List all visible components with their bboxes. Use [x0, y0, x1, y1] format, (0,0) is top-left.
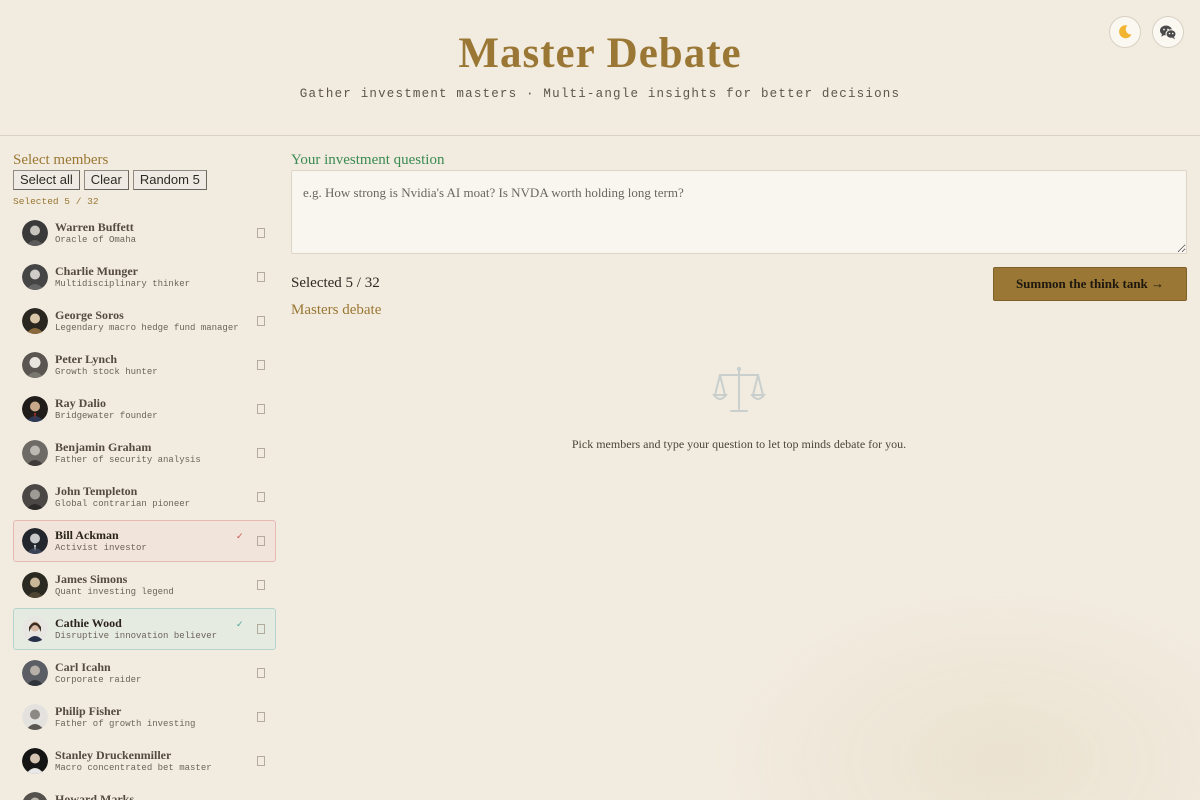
- member-name: John Templeton: [55, 484, 138, 498]
- member-description: Legendary macro hedge fund manager: [55, 323, 239, 333]
- avatar: [22, 396, 48, 422]
- copy-icon[interactable]: [256, 755, 266, 767]
- copy-icon[interactable]: [256, 535, 266, 547]
- avatar: [22, 484, 48, 510]
- member-description: Disruptive innovation believer: [55, 631, 218, 641]
- member-description: Growth stock hunter: [55, 367, 158, 377]
- avatar: [22, 704, 48, 730]
- member-item-warren-buffett[interactable]: Warren Buffett Oracle of Omaha: [13, 212, 276, 254]
- member-name: Cathie Wood: [55, 616, 122, 630]
- member-item-james-simons[interactable]: James Simons Quant investing legend: [13, 564, 276, 606]
- avatar: [22, 352, 48, 378]
- member-name: Warren Buffett: [55, 220, 134, 234]
- avatar: [22, 572, 48, 598]
- copy-icon[interactable]: [256, 711, 266, 723]
- avatar: [22, 440, 48, 466]
- question-label: Your investment question: [291, 152, 445, 168]
- theme-toggle-button[interactable]: [1109, 16, 1141, 48]
- member-list: Warren Buffett Oracle of Omaha Charlie M…: [13, 212, 276, 800]
- avatar: [22, 308, 48, 334]
- avatar: [22, 264, 48, 290]
- select-all-button[interactable]: Select all: [13, 170, 80, 190]
- avatar: [22, 748, 48, 774]
- page-subtitle: Gather investment masters · Multi-angle …: [299, 87, 901, 101]
- member-name: Benjamin Graham: [55, 440, 152, 454]
- copy-icon[interactable]: [256, 271, 266, 283]
- member-item-john-templeton[interactable]: John Templeton Global contrarian pioneer: [13, 476, 276, 518]
- member-description: Father of security analysis: [55, 455, 201, 465]
- member-item-peter-lynch[interactable]: Peter Lynch Growth stock hunter: [13, 344, 276, 386]
- member-description: Global contrarian pioneer: [55, 499, 191, 509]
- member-item-george-soros[interactable]: George Soros Legendary macro hedge fund …: [13, 300, 276, 342]
- member-name: Ray Dalio: [55, 396, 106, 410]
- member-item-bill-ackman[interactable]: Bill Ackman Activist investor ✓: [13, 520, 276, 562]
- action-row: Selected 5 / 32 Summon the think tank →: [291, 267, 1187, 307]
- copy-icon[interactable]: [256, 403, 266, 415]
- avatar: [22, 220, 48, 246]
- question-input[interactable]: [291, 170, 1187, 254]
- selected-count-small: Selected 5 / 32: [13, 196, 99, 207]
- member-description: Multidisciplinary thinker: [55, 279, 191, 289]
- moon-icon: [1119, 25, 1132, 39]
- wechat-share-button[interactable]: [1152, 16, 1184, 48]
- random-5-button[interactable]: Random 5: [132, 170, 207, 190]
- member-name: George Soros: [55, 308, 124, 322]
- member-name: Peter Lynch: [55, 352, 118, 366]
- page-title: Master Debate: [458, 30, 742, 77]
- avatar: [22, 660, 48, 686]
- member-name: Carl Icahn: [55, 660, 111, 674]
- wechat-icon: [1160, 25, 1177, 40]
- member-description: Quant investing legend: [55, 587, 174, 597]
- member-item-philip-fisher[interactable]: Philip Fisher Father of growth investing: [13, 696, 276, 738]
- copy-icon[interactable]: [256, 623, 266, 635]
- member-item-charlie-munger[interactable]: Charlie Munger Multidisciplinary thinker: [13, 256, 276, 298]
- member-item-howard-marks[interactable]: Howard Marks: [13, 784, 276, 800]
- empty-state: Pick members and type your question to l…: [291, 365, 1187, 452]
- avatar: [22, 792, 48, 800]
- copy-icon[interactable]: [256, 447, 266, 459]
- member-check: ✓: [236, 620, 244, 630]
- member-name: Philip Fisher: [55, 704, 122, 718]
- member-name: Stanley Druckenmiller: [55, 748, 172, 762]
- select-members-label: Select members: [13, 152, 109, 168]
- page-header: Master Debate Gather investment masters …: [0, 0, 1200, 136]
- copy-icon[interactable]: [256, 227, 266, 239]
- selected-count: Selected 5 / 32: [291, 275, 380, 291]
- member-name: Bill Ackman: [55, 528, 119, 542]
- scale-icon: [712, 366, 766, 412]
- member-description: Oracle of Omaha: [55, 235, 137, 245]
- member-description: Corporate raider: [55, 675, 142, 685]
- copy-icon[interactable]: [256, 359, 266, 371]
- summon-think-tank-button[interactable]: Summon the think tank →: [993, 267, 1187, 301]
- main-panel: Your investment question Selected 5 / 32…: [291, 150, 1187, 451]
- member-sidebar: Select members Select all Clear Random 5…: [13, 150, 276, 800]
- member-item-ray-dalio[interactable]: Ray Dalio Bridgewater founder: [13, 388, 276, 430]
- member-name: Charlie Munger: [55, 264, 138, 278]
- member-check: ✓: [236, 532, 244, 542]
- avatar: [22, 528, 48, 554]
- copy-icon[interactable]: [256, 667, 266, 679]
- selection-buttons: Select all Clear Random 5: [13, 170, 276, 190]
- member-item-stanley-druckenmiller[interactable]: Stanley Druckenmiller Macro concentrated…: [13, 740, 276, 782]
- copy-icon[interactable]: [256, 315, 266, 327]
- copy-icon[interactable]: [256, 491, 266, 503]
- member-name: James Simons: [55, 572, 128, 586]
- member-item-cathie-wood[interactable]: Cathie Wood Disruptive innovation believ…: [13, 608, 276, 650]
- member-description: Father of growth investing: [55, 719, 196, 729]
- clear-button[interactable]: Clear: [83, 170, 129, 190]
- avatar: [22, 616, 48, 642]
- copy-icon[interactable]: [256, 579, 266, 591]
- member-description: Activist investor: [55, 543, 147, 553]
- member-item-carl-icahn[interactable]: Carl Icahn Corporate raider: [13, 652, 276, 694]
- member-name: Howard Marks: [55, 792, 134, 800]
- empty-state-text: Pick members and type your question to l…: [571, 437, 907, 451]
- member-description: Macro concentrated bet master: [55, 763, 212, 773]
- member-description: Bridgewater founder: [55, 411, 158, 421]
- member-item-benjamin-graham[interactable]: Benjamin Graham Father of security analy…: [13, 432, 276, 474]
